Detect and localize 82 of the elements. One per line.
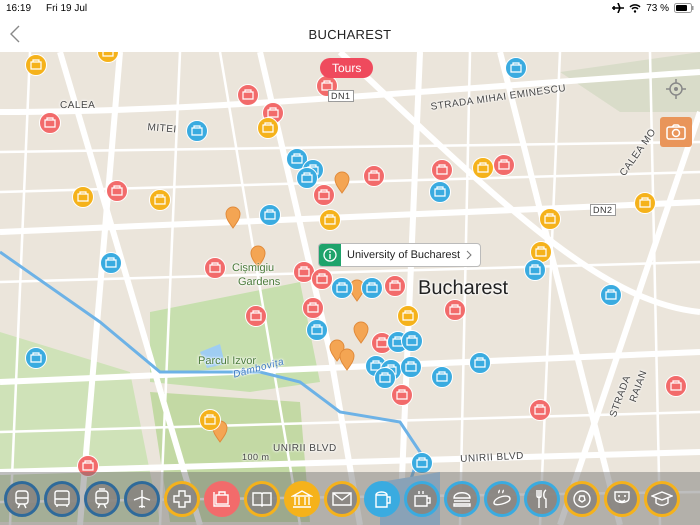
battery-percent: 73 %: [646, 2, 669, 14]
map-marker-icon[interactable]: [431, 366, 453, 388]
map-marker-icon[interactable]: [100, 252, 122, 274]
map-marker-icon[interactable]: [204, 257, 226, 279]
camera-button[interactable]: [660, 117, 692, 147]
map-marker-icon[interactable]: [39, 112, 61, 134]
map-marker-icon[interactable]: [400, 356, 422, 378]
map-marker-icon[interactable]: [306, 319, 328, 341]
chevron-right-icon: [466, 250, 472, 260]
map-marker-icon[interactable]: [431, 159, 453, 181]
map-label: RAIAN: [628, 368, 650, 404]
wifi-icon: [629, 3, 642, 13]
map-label: DN1: [328, 90, 354, 102]
plane-icon: [131, 488, 153, 510]
map-marker-icon[interactable]: [524, 259, 546, 281]
map-marker-icon[interactable]: [77, 455, 99, 477]
map-marker-icon[interactable]: [411, 452, 433, 474]
page-title: BUCHAREST: [308, 26, 392, 42]
map-marker-icon[interactable]: [444, 299, 466, 321]
map-marker-icon[interactable]: [665, 375, 687, 397]
map-marker-icon[interactable]: [72, 186, 94, 208]
map-marker-icon[interactable]: [25, 347, 47, 369]
location-pin-icon[interactable]: [354, 322, 368, 344]
callout-title: University of Bucharest: [347, 249, 460, 261]
map-label: Cișmigiu: [232, 262, 274, 274]
map-marker-icon[interactable]: [363, 165, 385, 187]
map-marker-icon[interactable]: [493, 154, 515, 176]
map-marker-icon[interactable]: [311, 268, 333, 290]
map-marker-icon[interactable]: [361, 277, 383, 299]
location-pin-icon[interactable]: [334, 172, 350, 194]
locate-icon[interactable]: [665, 78, 687, 100]
map-marker-icon[interactable]: [186, 120, 208, 142]
map-marker-icon[interactable]: [505, 57, 527, 79]
back-icon[interactable]: [10, 25, 20, 43]
map-marker-icon[interactable]: [313, 184, 335, 206]
map-marker-icon[interactable]: [296, 167, 318, 189]
status-date: Fri 19 Jul: [46, 2, 88, 14]
map-marker-icon[interactable]: [237, 84, 259, 106]
map-label: Gardens: [238, 276, 280, 288]
place-callout[interactable]: University of Bucharest: [318, 243, 482, 267]
map-label: MITEI: [147, 122, 178, 136]
map-marker-icon[interactable]: [529, 399, 551, 421]
map-label: 100 m: [242, 452, 270, 462]
map-marker-icon[interactable]: [319, 209, 341, 231]
map-marker-icon[interactable]: [384, 275, 406, 297]
map-marker-icon[interactable]: [302, 297, 324, 319]
ball-icon: [571, 488, 593, 510]
status-time: 16:19: [6, 2, 32, 14]
airplane-icon: [612, 3, 624, 13]
map-marker-icon[interactable]: [429, 181, 451, 203]
map-marker-icon[interactable]: [199, 409, 221, 431]
map-marker-icon[interactable]: [149, 189, 171, 211]
map-marker-icon[interactable]: [397, 305, 419, 327]
map-marker-icon[interactable]: [25, 54, 47, 76]
map-marker-icon[interactable]: [259, 204, 281, 226]
map-marker-icon[interactable]: [331, 277, 353, 299]
battery-icon: [674, 3, 694, 13]
map-marker-icon[interactable]: [539, 208, 561, 230]
camera-icon: [666, 124, 686, 140]
map-marker-icon[interactable]: [106, 180, 128, 202]
map-marker-icon[interactable]: [257, 117, 279, 139]
map-marker-icon[interactable]: [401, 330, 423, 352]
map-marker-icon[interactable]: [391, 384, 413, 406]
map-marker-icon[interactable]: [245, 305, 267, 327]
tours-button[interactable]: Tours: [320, 58, 374, 78]
museum-icon: [291, 488, 313, 510]
location-pin-icon[interactable]: [226, 206, 240, 228]
map-marker-icon[interactable]: [472, 157, 494, 179]
location-pin-icon[interactable]: [340, 348, 354, 370]
map-label: UNIRII BLVD: [460, 450, 524, 465]
map-label: CALEA: [60, 100, 96, 111]
info-icon: [323, 248, 337, 262]
map-marker-icon[interactable]: [97, 52, 119, 63]
map-marker-icon[interactable]: [634, 192, 656, 214]
map-label: DN2: [590, 204, 616, 216]
map-marker-icon[interactable]: [469, 352, 491, 374]
map-label: STRADA MIHAI EMINESCU: [430, 82, 567, 113]
medical-icon: [171, 488, 193, 510]
map-marker-icon[interactable]: [374, 367, 396, 389]
map-marker-icon[interactable]: [600, 284, 622, 306]
map-label: Bucharest: [418, 277, 508, 300]
location-pin-icon[interactable]: [330, 340, 344, 362]
